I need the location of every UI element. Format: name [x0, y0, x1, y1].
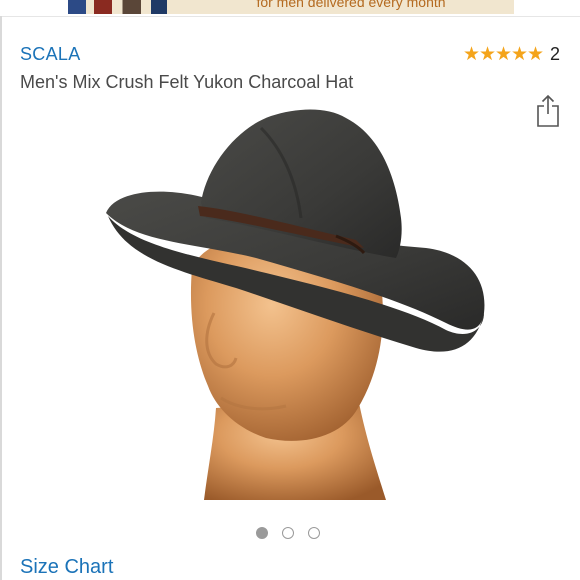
star-icon: ★ — [526, 44, 545, 65]
size-chart-link[interactable]: Size Chart — [20, 556, 113, 579]
star-icon: ★ — [510, 44, 529, 65]
star-icon: ★ — [478, 44, 497, 65]
product-title: Men's Mix Crush Felt Yukon Charcoal Hat — [20, 72, 354, 92]
hat-on-mannequin-image — [106, 109, 485, 500]
banner-text: for men delivered every month — [256, 0, 446, 10]
top-strip: for men delivered every month — [0, 0, 580, 17]
carousel-indicators — [256, 527, 320, 539]
rating-count: 2 — [549, 44, 560, 64]
carousel-dot-2[interactable] — [282, 527, 294, 539]
star-icon: ★ — [494, 44, 513, 65]
brand-link[interactable]: SCALA — [20, 44, 81, 65]
left-border — [0, 16, 2, 580]
promo-banner[interactable]: for men delivered every month — [68, 0, 514, 14]
carousel-dot-1[interactable] — [256, 527, 268, 539]
star-rating: ★ ★ ★ ★ ★ — [462, 44, 545, 65]
carousel-dot-3[interactable] — [308, 527, 320, 539]
share-button[interactable] — [536, 94, 560, 128]
product-image[interactable] — [96, 108, 496, 500]
share-icon — [537, 94, 559, 127]
star-icon: ★ — [462, 44, 481, 65]
rating[interactable]: ★ ★ ★ ★ ★ 2 — [463, 44, 560, 65]
